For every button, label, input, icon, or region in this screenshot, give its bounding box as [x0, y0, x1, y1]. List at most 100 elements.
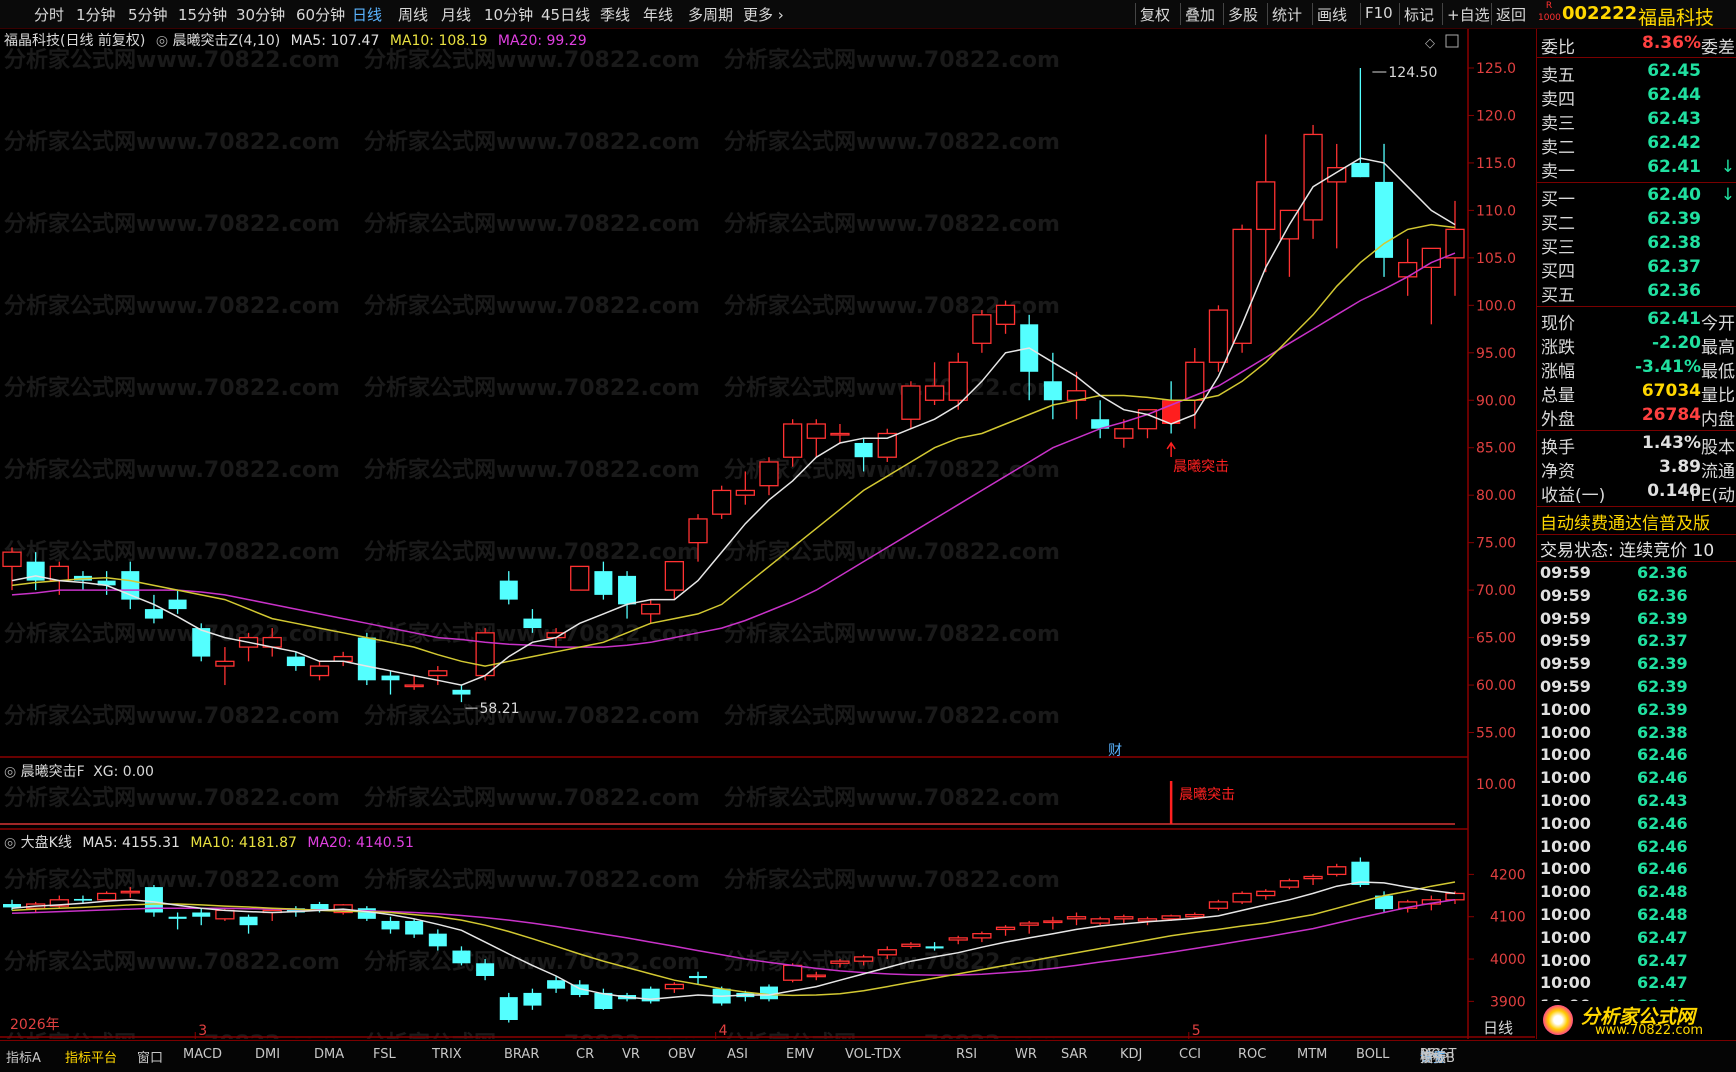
period-tab-3[interactable]: 15分钟 — [178, 4, 227, 25]
bottom-tab-10[interactable]: VR — [622, 1047, 640, 1062]
bottom-tab-3[interactable]: MACD — [183, 1047, 222, 1062]
bottom-tab-28[interactable]: 模板 — [1420, 1047, 1446, 1066]
notice-text[interactable]: 自动续费通达信普及版 — [1540, 509, 1736, 534]
tick-row: 10:00 62.46 — [1537, 768, 1736, 790]
main-candle — [2, 551, 22, 568]
period-tab-13[interactable]: 多周期 — [688, 4, 733, 25]
tick-row: 09:59 62.37 — [1537, 631, 1736, 653]
watermark-text: 分析家公式网www.70822.com — [4, 457, 340, 483]
bottom-tab-15[interactable]: RSI — [956, 1047, 977, 1062]
index-title[interactable]: 大盘K线 — [21, 835, 72, 851]
bottom-tab-6[interactable]: FSL — [373, 1047, 396, 1062]
chart-area[interactable]: 分析家公式网www.70822.com 分析家公式网www.70822.com 分析… — [0, 29, 1535, 1039]
period-tab-11[interactable]: 季线 — [600, 4, 630, 25]
bottom-tab-8[interactable]: BRAR — [504, 1047, 539, 1062]
ask-row-value: 62.41 — [1647, 157, 1701, 177]
toolbar-button-1[interactable]: 叠加 — [1185, 4, 1215, 25]
tick-time: 10:00 — [1540, 836, 1591, 856]
toolbar-button-7[interactable]: +自选 — [1447, 4, 1490, 25]
ask-row: 卖四 62.44 — [1537, 85, 1736, 110]
stat-row-value: 1.43% — [1642, 433, 1701, 453]
main-candle — [570, 565, 590, 591]
bottom-tab-9[interactable]: CR — [576, 1047, 594, 1062]
ma10-label: MA10: 108.19 — [389, 33, 488, 49]
bottom-tab-19[interactable]: CCI — [1179, 1047, 1201, 1062]
toolbar-button-3[interactable]: 统计 — [1272, 4, 1302, 25]
divider — [1537, 57, 1736, 58]
collapse-icon[interactable]: ◎ — [4, 764, 16, 780]
y-tick-label: 90.00 — [1476, 393, 1516, 409]
main-candle — [924, 385, 945, 401]
watermark-text: 分析家公式网www.70822.com — [4, 47, 340, 73]
watermark-text: 分析家公式网www.70822.com — [364, 457, 700, 483]
toolbar-button-8[interactable]: 返回 — [1496, 4, 1526, 25]
bottom-tab-21[interactable]: MTM — [1297, 1047, 1327, 1062]
collapse-icon[interactable]: ◎ — [4, 835, 16, 851]
bottom-tab-17[interactable]: SAR — [1061, 1047, 1087, 1062]
index-candle — [877, 949, 897, 956]
tick-row: 10:00 62.46 — [1537, 814, 1736, 836]
bottom-tab-11[interactable]: OBV — [668, 1047, 696, 1062]
quote-row: 总量 67034 量比 — [1537, 381, 1736, 406]
watermark-text: 分析家公式网www.70822.com — [724, 539, 1060, 565]
bottom-tab-12[interactable]: ASI — [727, 1047, 748, 1062]
bottom-tab-2[interactable]: 窗口 — [137, 1047, 163, 1066]
index-candle — [853, 956, 874, 962]
index-candle — [428, 933, 447, 947]
tick-time: 10:00 — [1540, 813, 1591, 833]
index-candle — [1445, 892, 1465, 901]
period-tab-6[interactable]: 日线 — [352, 4, 382, 25]
main-candle — [972, 314, 992, 344]
period-tab-5[interactable]: 60分钟 — [296, 4, 345, 25]
fin-marker: 财 — [1108, 743, 1122, 759]
ask-row-value: 62.42 — [1647, 133, 1701, 153]
index-candle — [1208, 901, 1229, 909]
period-tab-2[interactable]: 5分钟 — [128, 4, 168, 25]
period-tab-4[interactable]: 30分钟 — [236, 4, 285, 25]
bottom-tab-7[interactable]: TRIX — [432, 1047, 462, 1062]
tick-row: 10:00 62.48 — [1537, 905, 1736, 927]
toolbar-button-4[interactable]: 画线 — [1317, 4, 1347, 25]
y-tick-label: 85.00 — [1476, 441, 1516, 457]
period-tab-1[interactable]: 1分钟 — [76, 4, 116, 25]
toolbar-button-6[interactable]: 标记 — [1404, 4, 1434, 25]
period-tab-10[interactable]: 45日线 — [541, 4, 590, 25]
period-tab-0[interactable]: 分时 — [34, 4, 64, 25]
bottom-tab-1[interactable]: 指标平台 — [65, 1047, 117, 1066]
bottom-tab-16[interactable]: WR — [1015, 1047, 1037, 1062]
toolbar-button-0[interactable]: 复权 — [1140, 4, 1170, 25]
toolbar-button-2[interactable]: 多股 — [1228, 4, 1258, 25]
bottom-tab-14[interactable]: VOL-TDX — [845, 1047, 901, 1062]
index-candle — [1327, 866, 1347, 876]
ma5-label: MA5: 107.47 — [290, 33, 380, 49]
main-candle — [664, 560, 685, 591]
tick-row: 09:59 62.39 — [1537, 677, 1736, 699]
watermark-text: 分析家公式网www.70822.com — [4, 867, 340, 893]
bottom-tab-4[interactable]: DMI — [255, 1047, 280, 1062]
indicator-toggle-icon[interactable]: ◎ — [156, 33, 168, 49]
bottom-tab-5[interactable]: DMA — [314, 1047, 344, 1062]
period-tab-12[interactable]: 年线 — [643, 4, 673, 25]
y-tick-label: 95.00 — [1476, 346, 1516, 362]
ask-row-label: 卖四 — [1541, 90, 1575, 110]
toolbar-separator — [1491, 3, 1492, 25]
bottom-tab-22[interactable]: BOLL — [1356, 1047, 1389, 1062]
stat-row-label: 换手 — [1541, 438, 1575, 458]
period-tab-14[interactable]: 更多 › — [743, 4, 784, 25]
index-candle — [3, 904, 21, 908]
bottom-tab-20[interactable]: ROC — [1238, 1047, 1266, 1062]
toolbar-button-5[interactable]: F10 — [1365, 4, 1393, 22]
divider — [1537, 534, 1736, 535]
tick-row: 10:00 62.46 — [1537, 745, 1736, 767]
bottom-tab-0[interactable]: 指标A — [6, 1047, 41, 1066]
main-candle — [1351, 162, 1370, 178]
indicator-name[interactable]: 晨曦突击Z(4,10) — [173, 33, 281, 49]
signal-title[interactable]: 晨曦突击F — [21, 764, 85, 780]
index-ma20-label: MA20: 4140.51 — [307, 835, 414, 851]
high-label: 124.50 — [1388, 65, 1437, 81]
bottom-tab-18[interactable]: KDJ — [1120, 1047, 1142, 1062]
period-tab-7[interactable]: 周线 — [398, 4, 428, 25]
period-tab-8[interactable]: 月线 — [441, 4, 471, 25]
bottom-tab-13[interactable]: EMV — [786, 1047, 814, 1062]
period-tab-9[interactable]: 10分钟 — [484, 4, 533, 25]
